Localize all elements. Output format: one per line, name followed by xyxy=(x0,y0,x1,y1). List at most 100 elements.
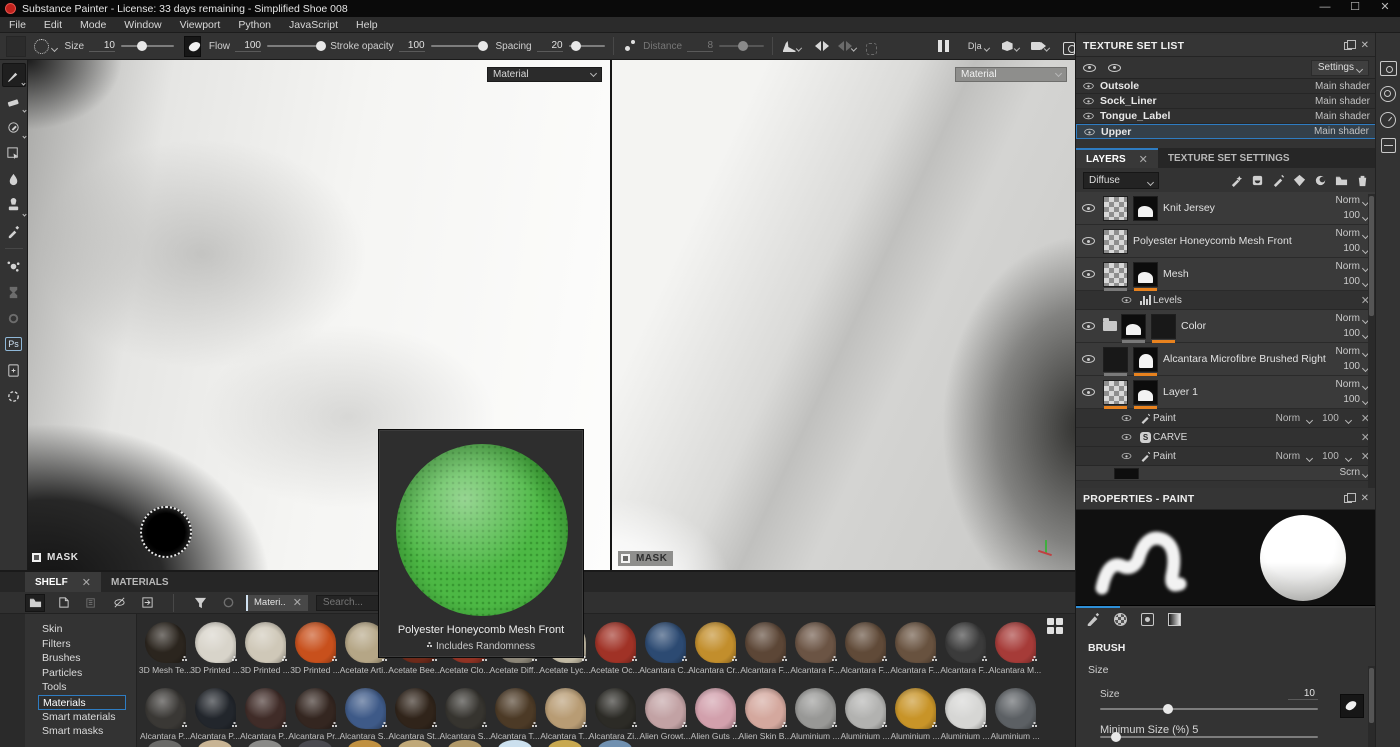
layer-mask-thumbnail[interactable] xyxy=(1133,379,1158,409)
paint-brush-tool[interactable] xyxy=(1,63,26,87)
particles-tool[interactable] xyxy=(2,254,26,278)
brush-alpha-button[interactable] xyxy=(184,35,201,57)
layer-row[interactable]: Polyester Honeycomb Mesh Front Norm 100 xyxy=(1076,225,1376,258)
eye-icon[interactable] xyxy=(1121,453,1132,459)
material-thumbnail-partial[interactable] xyxy=(298,740,332,747)
material-item[interactable]: Alcantara F... xyxy=(840,622,890,675)
export-plugin-button[interactable] xyxy=(2,358,26,382)
material-item[interactable]: Alcantara Zi... xyxy=(589,688,641,741)
menu-help[interactable]: Help xyxy=(347,17,387,33)
menu-mode[interactable]: Mode xyxy=(71,17,115,33)
blend-mode-dropdown[interactable]: Norm xyxy=(1336,195,1370,207)
menu-python[interactable]: Python xyxy=(229,17,280,33)
material-item[interactable]: Alcantara F... xyxy=(940,622,990,675)
group-content-thumbnail[interactable] xyxy=(1151,313,1176,343)
eye-icon[interactable] xyxy=(1121,415,1132,421)
material-item[interactable]: Alcantara St... xyxy=(388,688,442,741)
texture-set-row[interactable]: Tongue_Label Main shader xyxy=(1076,109,1376,124)
import-resources-button[interactable] xyxy=(137,594,157,612)
layer-content-thumbnail[interactable] xyxy=(1103,195,1128,221)
filter-icon[interactable] xyxy=(190,594,210,612)
blend-mode-dropdown[interactable]: Norm xyxy=(1336,261,1370,273)
add-paint-layer-icon[interactable] xyxy=(1272,174,1285,187)
material-item[interactable]: Alcantara Cr... xyxy=(688,622,742,675)
material-item[interactable]: Alcantara Pr... xyxy=(288,688,342,741)
viewport-2d[interactable]: Material MASK xyxy=(612,60,1075,570)
close-panel-icon[interactable]: ✕ xyxy=(1361,493,1369,504)
size-value[interactable]: 10 xyxy=(1288,688,1318,700)
material-thumbnail-partial[interactable] xyxy=(398,740,432,747)
eye-icon[interactable] xyxy=(1082,322,1095,330)
material-thumbnail-partial[interactable] xyxy=(198,740,232,747)
material-item[interactable]: Aluminium ... xyxy=(990,688,1040,741)
material-item[interactable]: Alcantara F... xyxy=(790,622,840,675)
pen-pressure-button[interactable] xyxy=(1340,694,1364,718)
shelf-folder-button[interactable] xyxy=(25,593,45,612)
material-item[interactable]: Alcantara F... xyxy=(740,622,790,675)
eye-icon[interactable] xyxy=(1083,97,1094,105)
material-item[interactable]: Alcantara T... xyxy=(490,688,540,741)
layer-content-thumbnail[interactable] xyxy=(1103,228,1128,254)
material-item[interactable]: 3D Printed ... xyxy=(240,622,290,675)
material-thumbnail-partial[interactable] xyxy=(548,740,582,747)
opacity-dropdown[interactable]: 100 xyxy=(1343,243,1370,255)
category-materials[interactable]: Materials xyxy=(38,694,126,710)
add-smart-material-icon[interactable] xyxy=(1293,174,1306,187)
blend-mode-dropdown[interactable]: Scrn xyxy=(1339,467,1370,479)
material-item[interactable]: Alien Skin B... xyxy=(739,688,791,741)
eye-icon[interactable] xyxy=(1121,297,1132,303)
minimize-button[interactable]: — xyxy=(1310,0,1340,17)
tab-shelf[interactable]: SHELF ✕ xyxy=(25,572,101,592)
menu-edit[interactable]: Edit xyxy=(35,17,71,33)
size-slider[interactable] xyxy=(1100,704,1318,714)
menu-javascript[interactable]: JavaScript xyxy=(280,17,347,33)
category-tools[interactable]: Tools xyxy=(38,680,126,695)
eye-icon[interactable] xyxy=(1082,355,1095,363)
material-item[interactable]: Acetate Oc... xyxy=(590,622,640,675)
view-mode-dropdown-3d[interactable]: Material xyxy=(487,67,602,82)
size-value[interactable]: 10 xyxy=(89,40,115,52)
thumbnail-size-icon[interactable] xyxy=(1047,618,1063,634)
category-particles[interactable]: Particles xyxy=(38,666,126,681)
brush-preview-button[interactable] xyxy=(33,38,58,54)
show-all-icon[interactable] xyxy=(1083,63,1096,72)
layer-row[interactable]: Color Norm 100 xyxy=(1076,310,1376,343)
material-item[interactable]: Aluminium ... xyxy=(940,688,990,741)
eye-icon[interactable] xyxy=(1082,388,1095,396)
pause-engine-button[interactable] xyxy=(935,37,949,55)
polygon-fill-tool[interactable] xyxy=(2,141,26,165)
filter-chip-materials[interactable]: Materi.. ✕ xyxy=(246,594,308,611)
tab-texture-set-settings[interactable]: TEXTURE SET SETTINGS xyxy=(1158,148,1300,168)
float-panel-icon[interactable] xyxy=(1343,492,1356,503)
eye-icon[interactable] xyxy=(1084,128,1095,135)
tab-brush-icon[interactable] xyxy=(1086,612,1100,626)
category-skin[interactable]: Skin xyxy=(38,622,126,637)
smudge-tool[interactable] xyxy=(2,167,26,191)
material-thumbnail-partial[interactable] xyxy=(498,740,532,747)
layer-content-thumbnail[interactable] xyxy=(1103,379,1128,409)
material-item[interactable]: Alcantara S... xyxy=(439,688,491,741)
material-item[interactable]: Aluminium ... xyxy=(790,688,840,741)
blend-mode-dropdown[interactable]: Norm xyxy=(1336,346,1370,358)
layers-scrollbar[interactable] xyxy=(1368,194,1375,488)
properties-scrollbar[interactable] xyxy=(1368,666,1375,747)
hide-resources-button[interactable] xyxy=(109,594,129,612)
layer-row[interactable]: Knit Jersey Norm 100 xyxy=(1076,192,1376,225)
eye-icon[interactable] xyxy=(1082,270,1095,278)
layer-content-thumbnail[interactable] xyxy=(1103,346,1128,376)
material-item[interactable]: Aluminium ... xyxy=(840,688,890,741)
layer-content-thumbnail[interactable] xyxy=(1114,468,1139,479)
material-item[interactable]: Alien Growt... xyxy=(639,688,691,741)
add-effect-icon[interactable] xyxy=(1230,174,1243,187)
eraser-tool[interactable] xyxy=(2,89,27,113)
3d-view-button[interactable] xyxy=(999,37,1012,55)
tab-materials[interactable]: MATERIALS xyxy=(101,572,179,592)
material-item[interactable]: Alcantara P... xyxy=(140,688,190,741)
material-thumbnail-partial[interactable] xyxy=(248,740,282,747)
blend-mode-dropdown[interactable]: Norm xyxy=(1336,228,1370,240)
layer-row[interactable]: Scrn xyxy=(1076,466,1376,481)
tab-alpha-icon[interactable] xyxy=(1114,612,1127,626)
material-item[interactable]: 3D Mesh Te... xyxy=(139,622,191,675)
layer-effect-row[interactable]: Levels ✕ xyxy=(1076,291,1376,310)
opacity-dropdown[interactable]: 100 xyxy=(1343,394,1370,406)
